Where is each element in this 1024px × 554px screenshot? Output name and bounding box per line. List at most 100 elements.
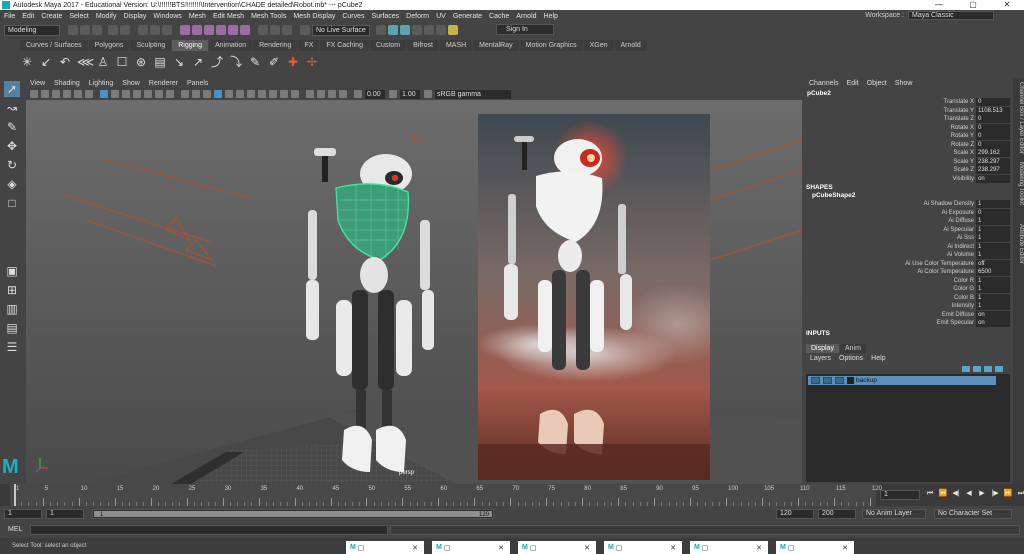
tab-fx[interactable]: FX: [298, 40, 320, 51]
attr-scale-z[interactable]: Scale Z 238.297: [804, 166, 1012, 174]
safe-title-icon[interactable]: [166, 90, 174, 98]
new-layer-from-selection-icon[interactable]: [995, 366, 1003, 372]
channel-menu-show[interactable]: Show: [895, 80, 913, 87]
menu-arnold[interactable]: Arnold: [516, 13, 536, 20]
attr-color-b[interactable]: Color B1: [804, 293, 1012, 302]
make-live-icon[interactable]: [240, 25, 250, 35]
viewport-menu-renderer[interactable]: Renderer: [149, 80, 178, 87]
tab-curves-surfaces[interactable]: Curves / Surfaces: [20, 40, 88, 51]
tab-mentalray[interactable]: MentalRay: [473, 40, 519, 51]
render-settings-icon[interactable]: [412, 25, 422, 35]
blend-shape-icon[interactable]: ↘: [172, 55, 186, 69]
screen-space-ao-icon[interactable]: [258, 90, 266, 98]
tab-custom[interactable]: Custom: [369, 40, 407, 51]
select-hierarchy-icon[interactable]: [138, 25, 148, 35]
smooth-shade-icon[interactable]: [192, 90, 200, 98]
menu-mesh[interactable]: Mesh: [189, 13, 206, 20]
object-name[interactable]: pCube2: [807, 90, 831, 97]
view-transform-dropdown[interactable]: sRGB gamma: [435, 89, 511, 99]
current-time-indicator[interactable]: [14, 484, 16, 506]
redo-icon[interactable]: [120, 25, 130, 35]
viewport-panel[interactable]: View Shading Lighting Show Renderer Pane…: [26, 78, 802, 484]
move-tool-icon[interactable]: ✥: [4, 138, 20, 154]
menu-select[interactable]: Select: [69, 13, 88, 20]
attr-ai-sss[interactable]: Ai Sss 1: [804, 234, 1012, 242]
two-pane-layout-icon[interactable]: ▥: [4, 301, 20, 317]
playback-start-field[interactable]: 1: [46, 509, 84, 519]
open-scene-icon[interactable]: [80, 25, 90, 35]
attr-rotate-x[interactable]: Rotate X0: [804, 123, 1012, 132]
menu-windows[interactable]: Windows: [153, 13, 181, 20]
menu-set-dropdown[interactable]: Modeling: [4, 24, 60, 36]
anti-aliasing-icon[interactable]: [280, 90, 288, 98]
timeline-track[interactable]: 1 5 10 15 20 25 30 35 40 45 50 55 60 65 70 75 80 85 90 95 10…: [10, 484, 882, 506]
wrap-icon[interactable]: ⤵: [229, 55, 243, 69]
render-view-icon[interactable]: [436, 25, 446, 35]
viewport-menu-show[interactable]: Show: [122, 80, 140, 87]
nonlinear-icon[interactable]: ✐: [267, 55, 281, 69]
menu-generate[interactable]: Generate: [453, 13, 482, 20]
menu-create[interactable]: Create: [41, 13, 62, 20]
go-to-start-icon[interactable]: ⏮: [924, 488, 936, 500]
lattice-icon[interactable]: ⤴: [210, 55, 224, 69]
minimized-window-4[interactable]: M ▢ ✕: [604, 541, 682, 554]
command-language-label[interactable]: MEL: [8, 526, 22, 533]
attr-visibility[interactable]: Visibility on: [804, 174, 1012, 183]
single-perspective-layout-icon[interactable]: ▣: [4, 263, 20, 279]
lasso-tool-icon[interactable]: ↝: [4, 100, 20, 116]
attr-ai-shadow-density[interactable]: Ai Shadow Density 1: [804, 200, 1012, 208]
image-plane-icon[interactable]: [63, 90, 71, 98]
wireframe-icon[interactable]: [181, 90, 189, 98]
undo-icon[interactable]: [108, 25, 118, 35]
attr-emit-diffuse[interactable]: Emit Diffuse on: [804, 310, 1012, 319]
attr-ai-use-color-temperature[interactable]: Ai Use Color Temperature off: [804, 259, 1012, 268]
tab-channel-box-layer-editor[interactable]: Channel Box / Layer Editor: [1014, 82, 1024, 154]
input-ops-icon[interactable]: [270, 25, 280, 35]
gate-mask-icon[interactable]: [133, 90, 141, 98]
tab-modeling-toolkit[interactable]: Modeling Toolkit: [1014, 162, 1024, 205]
step-back-key-icon[interactable]: ⏪: [937, 488, 949, 500]
xray-joints-icon[interactable]: [339, 90, 347, 98]
layer-menu-help[interactable]: Help: [871, 355, 885, 362]
snap-surface-icon[interactable]: [228, 25, 238, 35]
attr-scale-x[interactable]: Scale X 299.162: [804, 149, 1012, 157]
tab-arnold[interactable]: Arnold: [614, 40, 647, 51]
tab-rigging[interactable]: Rigging: [172, 40, 208, 51]
step-forward-key-icon[interactable]: ⏩: [1002, 488, 1014, 500]
tab-display-layers[interactable]: Display: [806, 344, 839, 353]
channel-menu-edit[interactable]: Edit: [847, 80, 859, 87]
attr-translate-z[interactable]: Translate Z0: [804, 115, 1012, 123]
snap-curve-icon[interactable]: [192, 25, 202, 35]
tab-bifrost[interactable]: Bifrost: [407, 40, 439, 51]
layer-visibility-toggle[interactable]: [811, 377, 820, 384]
menu-help[interactable]: Help: [544, 13, 558, 20]
tab-mash[interactable]: MASH: [439, 40, 473, 51]
move-layer-up-icon[interactable]: [962, 366, 970, 372]
color-management-icon[interactable]: [424, 90, 432, 98]
step-forward-frame-icon[interactable]: |▶: [989, 488, 1001, 500]
humanik-icon[interactable]: ♙: [96, 55, 110, 69]
joint-icon[interactable]: ✳: [20, 55, 34, 69]
anim-layer-dropdown[interactable]: No Anim Layer: [862, 509, 926, 519]
minimized-window-2[interactable]: M ▢ ✕: [432, 541, 510, 554]
safe-action-icon[interactable]: [155, 90, 163, 98]
motion-blur-icon[interactable]: [269, 90, 277, 98]
snap-view-icon[interactable]: [216, 25, 226, 35]
menu-file[interactable]: File: [4, 13, 15, 20]
select-tool-icon[interactable]: ➚: [4, 81, 20, 97]
play-backward-icon[interactable]: ◀: [963, 488, 975, 500]
layer-menu-options[interactable]: Options: [839, 355, 863, 362]
ik-spline-icon[interactable]: ↶: [58, 55, 72, 69]
hypergraph-layout-icon[interactable]: ☰: [4, 339, 20, 355]
mirror-joint-icon[interactable]: ⋘: [77, 55, 94, 69]
grid-icon[interactable]: [100, 90, 108, 98]
output-ops-icon[interactable]: [282, 25, 292, 35]
layer-color-swatch[interactable]: [847, 377, 854, 384]
minimized-window-1[interactable]: M ▢ ✕: [346, 541, 424, 554]
bind-skin-icon[interactable]: ☐: [115, 55, 129, 69]
command-input[interactable]: [30, 525, 388, 535]
wireframe-on-shaded-icon[interactable]: [214, 90, 222, 98]
tab-sculpting[interactable]: Sculpting: [130, 40, 172, 51]
play-forward-icon[interactable]: ▶: [976, 488, 988, 500]
step-back-frame-icon[interactable]: ◀|: [950, 488, 962, 500]
